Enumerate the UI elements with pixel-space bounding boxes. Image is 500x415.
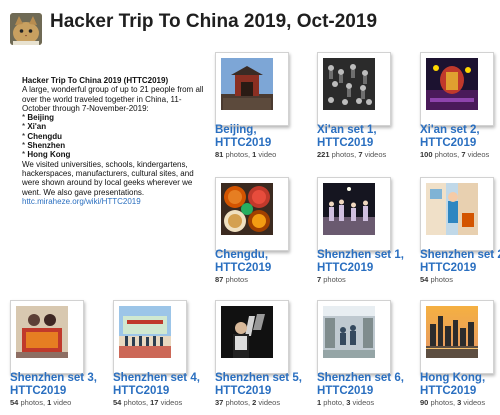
description-title: Hacker Trip To China 2019 (HTTC2019) [22,76,169,85]
city-item: Beijing [27,113,55,123]
photo-count-label: photos, [331,150,357,159]
album-meta: 221 photos, 7 videos [317,150,417,159]
album-meta: 81 photos, 1 video [215,150,315,159]
photo-count-label: photos [323,275,346,284]
description-intro: A large, wonderful group of up to 21 peo… [22,85,204,113]
album-thumbnail[interactable] [420,177,494,251]
description-outro: We visited universities, schools, kinder… [22,159,194,197]
photo-count: 54 [420,275,429,284]
video-count-label: videos [160,398,183,407]
album-title[interactable]: Chengdu, HTTC2019 [215,249,305,274]
album-thumbnail[interactable] [113,300,187,374]
video-count-label: video [258,150,277,159]
cat-avatar-icon[interactable] [10,13,42,45]
photo-thumbnail-icon [323,306,375,358]
photo-count-label: photos [225,275,248,284]
album-title[interactable]: Shenzhen set 5, HTTC2019 [215,372,305,397]
photo-thumbnail-icon [426,183,478,235]
album-thumbnail[interactable] [317,300,391,374]
video-count: 1 [252,150,257,159]
photo-thumbnail-icon [221,183,273,235]
photo-thumbnail-icon [323,58,375,110]
photo-count: 54 [113,398,122,407]
photo-thumbnail-icon [16,306,68,358]
photo-count: 1 [317,398,322,407]
video-count: 3 [457,398,462,407]
city-item: Hong Kong [27,150,71,160]
video-count-label: videos [258,398,281,407]
city-item: Chengdu [27,131,63,141]
video-count: 7 [461,150,466,159]
video-count-label: videos [352,398,375,407]
album-title[interactable]: Xi'an set 2, HTTC2019 [420,124,500,149]
album-title[interactable]: Xi'an set 1, HTTC2019 [317,124,407,149]
album-meta: 54 photos [420,275,500,284]
album-thumbnail[interactable] [215,52,289,126]
photo-count-label: photos, [123,398,149,407]
photo-count-label: photos, [434,150,460,159]
album-thumbnail[interactable] [420,300,494,374]
album-meta: 90 photos, 3 videos [420,398,500,407]
album-meta: 54 photos, 17 videos [113,398,213,407]
description-block: Hacker Trip To China 2019 (HTTC2019) A l… [22,76,208,206]
video-count: 2 [252,398,257,407]
photo-count: 100 [420,150,433,159]
photo-thumbnail-icon [221,58,273,110]
video-count: 3 [346,398,351,407]
photo-count: 87 [215,275,224,284]
album-thumbnail[interactable] [317,52,391,126]
video-count-label: videos [364,150,387,159]
photo-thumbnail-icon [221,306,273,358]
album-thumbnail[interactable] [317,177,391,251]
album-thumbnail[interactable] [10,300,84,374]
album-meta: 87 photos [215,275,315,284]
album-thumbnail[interactable] [420,52,494,126]
album-thumbnail[interactable] [215,177,289,251]
photo-count: 90 [420,398,429,407]
city-item: Shenzhen [27,141,66,151]
wiki-link[interactable]: httc.miraheze.org/wiki/HTTC2019 [22,197,141,206]
video-count: 17 [150,398,159,407]
photo-count-label: photos [430,275,453,284]
video-count-label: video [53,398,72,407]
city-item: Xi'an [27,122,47,132]
photo-count: 37 [215,398,224,407]
album-meta: 100 photos, 7 videos [420,150,500,159]
album-meta: 1 photo, 3 videos [317,398,417,407]
photo-count: 7 [317,275,322,284]
album-meta: 37 photos, 2 videos [215,398,315,407]
photo-count: 221 [317,150,330,159]
album-thumbnail[interactable] [215,300,289,374]
photo-thumbnail-icon [426,58,478,110]
album-title[interactable]: Shenzhen set 1, HTTC2019 [317,249,407,274]
album-title[interactable]: Shenzhen set 4, HTTC2019 [113,372,203,397]
photo-count-label: photos, [20,398,46,407]
video-count: 1 [47,398,52,407]
video-count-label: videos [467,150,490,159]
photo-count: 54 [10,398,19,407]
album-meta: 54 photos, 1 video [10,398,110,407]
album-meta: 7 photos [317,275,417,284]
page-title: Hacker Trip To China 2019, Oct-2019 [50,11,378,32]
album-title[interactable]: Shenzhen set 2, HTTC2019 [420,249,500,274]
photo-count-label: photo, [323,398,345,407]
photo-thumbnail-icon [426,306,478,358]
album-title[interactable]: Shenzhen set 3, HTTC2019 [10,372,100,397]
video-count: 7 [358,150,363,159]
video-count-label: videos [463,398,486,407]
album-title[interactable]: Hong Kong, HTTC2019 [420,372,500,397]
photo-count-label: photos, [225,150,251,159]
photo-count: 81 [215,150,224,159]
album-title[interactable]: Beijing, HTTC2019 [215,124,305,149]
city-list: * Beijing * Xi'an * Chengdu * Shenzhen *… [22,113,71,160]
album-title[interactable]: Shenzhen set 6, HTTC2019 [317,372,407,397]
photo-count-label: photos, [430,398,456,407]
photo-thumbnail-icon [323,183,375,235]
photo-thumbnail-icon [119,306,171,358]
photo-count-label: photos, [225,398,251,407]
